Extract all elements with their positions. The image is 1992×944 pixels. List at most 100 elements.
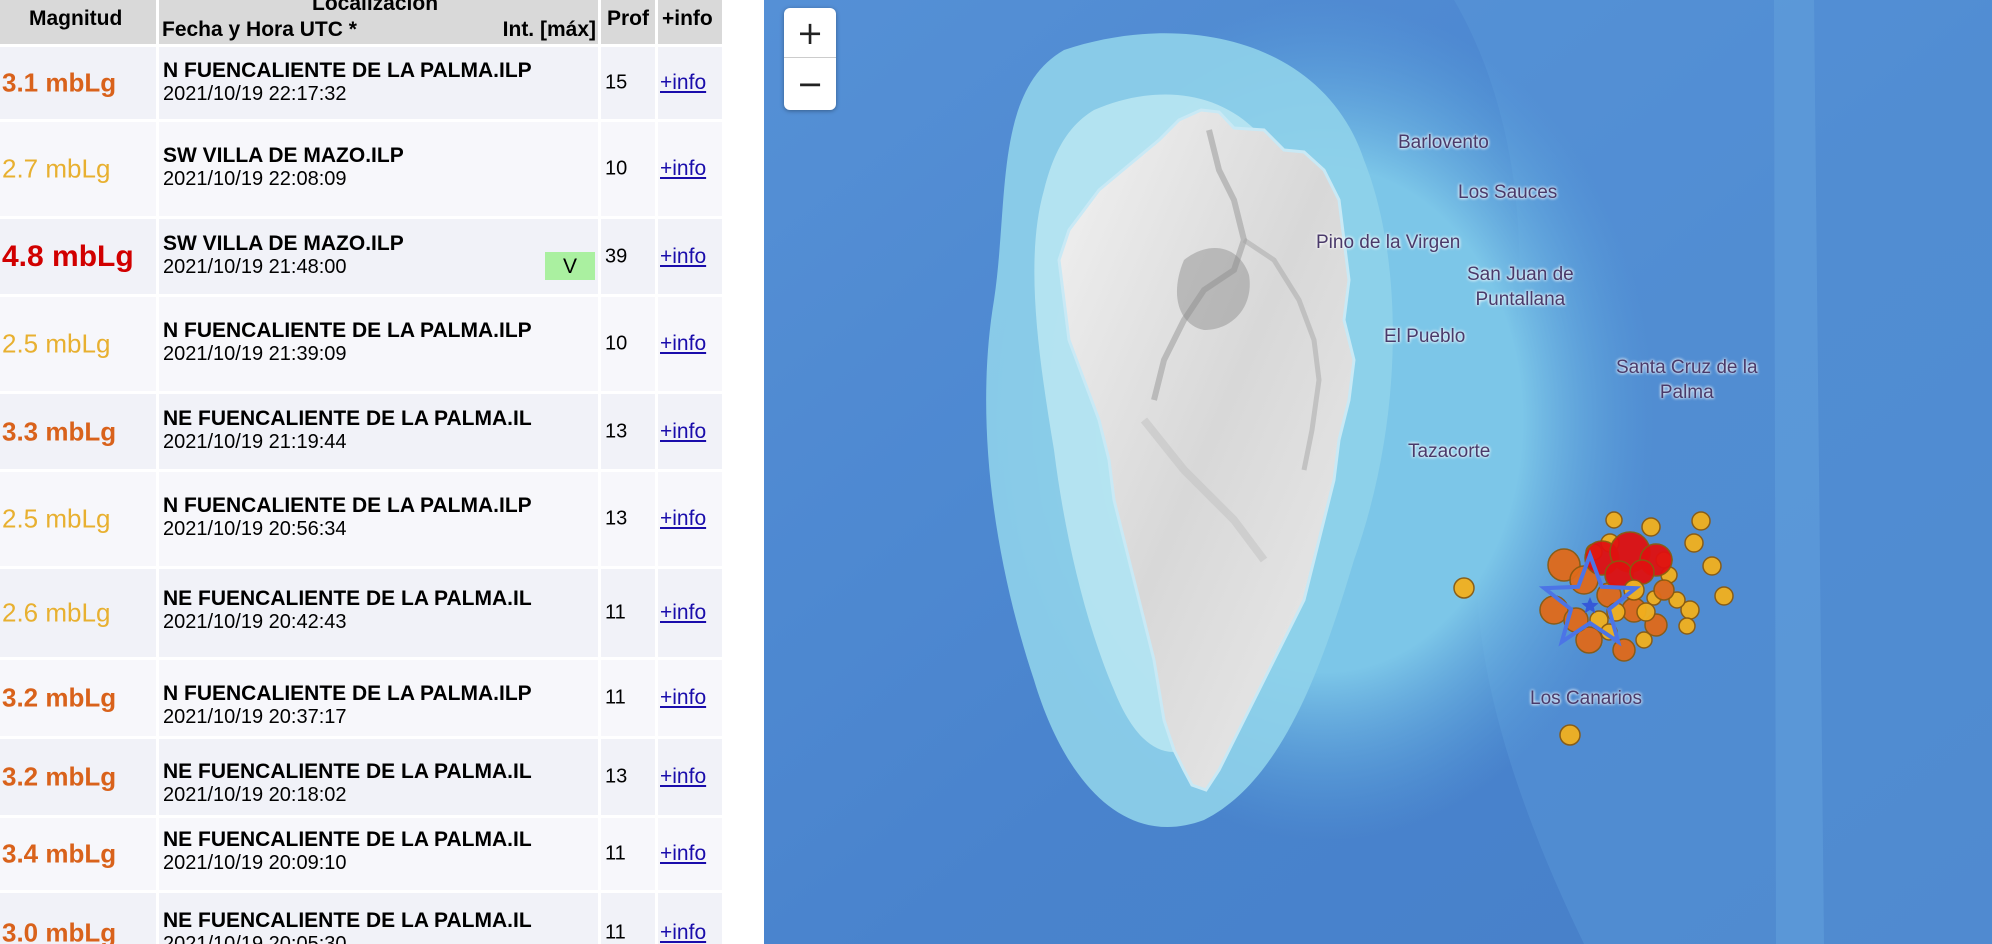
- magnitude-cell: 3.2 mbLg: [0, 660, 156, 736]
- table-row[interactable]: 3.0 mbLg NE FUENCALIENTE DE LA PALMA.IL 20…: [0, 893, 722, 944]
- header-magnitude[interactable]: Magnitud: [0, 0, 156, 44]
- depth-cell: 39: [601, 219, 655, 294]
- place-pino-de-la-virgen: Pino de la Virgen: [1316, 232, 1461, 253]
- magnitude-cell: 3.3 mbLg: [0, 394, 156, 469]
- info-cell: +info: [658, 739, 722, 815]
- magnitude-cell: 3.4 mbLg: [0, 818, 156, 890]
- magnitude-value: 3.1 mbLg: [2, 67, 117, 98]
- magnitude-value: 2.7 mbLg: [2, 153, 111, 184]
- place-los-canarios: Los Canarios: [1530, 688, 1642, 709]
- location-name: N FUENCALIENTE DE LA PALMA.ILP: [163, 682, 532, 705]
- depth-value: 10: [605, 332, 628, 355]
- location-name: NE FUENCALIENTE DE LA PALMA.IL: [163, 407, 532, 430]
- info-link[interactable]: +info: [660, 686, 706, 710]
- depth-cell: 11: [601, 818, 655, 890]
- event-datetime: 2021/10/19 21:39:09: [163, 343, 347, 365]
- location-cell: SW VILLA DE MAZO.ILP 2021/10/19 21:48:00 V: [159, 219, 598, 294]
- magnitude-value: 3.4 mbLg: [2, 838, 117, 869]
- info-link[interactable]: +info: [660, 420, 706, 444]
- table-row[interactable]: 2.5 mbLg N FUENCALIENTE DE LA PALMA.ILP 20…: [0, 297, 722, 391]
- depth-value: 11: [605, 842, 626, 865]
- header-datetime-label: Fecha y Hora UTC *: [162, 18, 357, 41]
- table-row[interactable]: 3.1 mbLg N FUENCALIENTE DE LA PALMA.ILP 20…: [0, 47, 722, 119]
- magnitude-cell: 3.0 mbLg: [0, 893, 156, 944]
- info-cell: +info: [658, 472, 722, 566]
- intensity-badge: V: [545, 252, 595, 280]
- info-cell: +info: [658, 569, 722, 657]
- info-link[interactable]: +info: [660, 71, 706, 95]
- info-link[interactable]: +info: [660, 921, 706, 944]
- event-datetime: 2021/10/19 20:37:17: [163, 706, 347, 728]
- place-tazacorte: Tazacorte: [1408, 441, 1491, 462]
- place-el-pueblo: El Pueblo: [1384, 326, 1466, 347]
- earthquake-marker[interactable]: [1636, 602, 1656, 622]
- event-datetime: 2021/10/19 20:56:34: [163, 518, 347, 540]
- location-cell: NE FUENCALIENTE DE LA PALMA.IL 2021/10/19…: [159, 569, 598, 657]
- location-cell: N FUENCALIENTE DE LA PALMA.ILP 2021/10/19…: [159, 47, 598, 119]
- zoom-in-button[interactable]: +: [784, 8, 836, 58]
- depth-cell: 11: [601, 660, 655, 736]
- info-link[interactable]: +info: [660, 601, 706, 625]
- zoom-out-button[interactable]: −: [784, 59, 836, 109]
- depth-cell: 13: [601, 394, 655, 469]
- location-name: SW VILLA DE MAZO.ILP: [163, 144, 404, 167]
- magnitude-cell: 2.5 mbLg: [0, 472, 156, 566]
- seismic-map[interactable]: + − Barlovento Los Sauces Pino de la Vir…: [764, 0, 1992, 944]
- info-link[interactable]: +info: [660, 332, 706, 356]
- depth-value: 10: [605, 157, 628, 180]
- info-link[interactable]: +info: [660, 245, 706, 269]
- location-name: NE FUENCALIENTE DE LA PALMA.IL: [163, 828, 532, 851]
- earthquake-marker[interactable]: [1641, 517, 1661, 537]
- depth-cell: 13: [601, 739, 655, 815]
- earthquake-table: Magnitud Localización Fecha y Hora UTC *…: [0, 0, 764, 944]
- magnitude-value: 4.8 mbLg: [2, 239, 134, 273]
- depth-value: 13: [605, 765, 628, 788]
- event-datetime: 2021/10/19 20:42:43: [163, 611, 347, 633]
- earthquake-marker[interactable]: [1678, 617, 1696, 635]
- location-cell: NE FUENCALIENTE DE LA PALMA.IL 2021/10/19…: [159, 739, 598, 815]
- info-cell: +info: [658, 818, 722, 890]
- magnitude-cell: 3.1 mbLg: [0, 47, 156, 119]
- event-datetime: 2021/10/19 20:18:02: [163, 784, 347, 806]
- header-location[interactable]: Localización Fecha y Hora UTC * Int. [má…: [159, 0, 598, 44]
- info-link[interactable]: +info: [660, 842, 706, 866]
- magnitude-value: 3.0 mbLg: [2, 917, 117, 944]
- magnitude-value: 2.5 mbLg: [2, 328, 111, 359]
- earthquake-marker[interactable]: [1714, 586, 1734, 606]
- earthquake-marker[interactable]: [1684, 533, 1704, 553]
- event-datetime: 2021/10/19 20:05:30: [163, 933, 347, 944]
- info-link[interactable]: +info: [660, 157, 706, 181]
- header-info: +info: [658, 0, 722, 44]
- depth-cell: 13: [601, 472, 655, 566]
- depth-cell: 10: [601, 122, 655, 216]
- table-row[interactable]: 2.7 mbLg SW VILLA DE MAZO.ILP 2021/10/19 2…: [0, 122, 722, 216]
- earthquake-marker[interactable]: [1702, 556, 1722, 576]
- info-cell: +info: [658, 893, 722, 944]
- earthquake-marker[interactable]: [1559, 724, 1581, 746]
- earthquake-marker[interactable]: [1605, 511, 1623, 529]
- info-cell: +info: [658, 394, 722, 469]
- earthquake-marker[interactable]: [1691, 511, 1711, 531]
- location-cell: SW VILLA DE MAZO.ILP 2021/10/19 22:08:09: [159, 122, 598, 216]
- earthquake-marker[interactable]: [1453, 577, 1475, 599]
- place-santa-cruz-de-la-palma: Santa Cruz de la Palma: [1616, 357, 1758, 403]
- depth-value: 11: [605, 921, 626, 944]
- info-link[interactable]: +info: [660, 507, 706, 531]
- zoom-control: + −: [784, 8, 836, 110]
- table-row[interactable]: 4.8 mbLg SW VILLA DE MAZO.ILP 2021/10/19 2…: [0, 219, 722, 294]
- header-depth[interactable]: Prof: [601, 0, 655, 44]
- info-cell: +info: [658, 219, 722, 294]
- info-link[interactable]: +info: [660, 765, 706, 789]
- magnitude-value: 2.6 mbLg: [2, 597, 111, 628]
- place-barlovento: Barlovento: [1398, 132, 1489, 153]
- event-datetime: 2021/10/19 21:48:00: [163, 256, 347, 278]
- header-location-label: Localización: [312, 0, 439, 15]
- table-row[interactable]: 3.2 mbLg N FUENCALIENTE DE LA PALMA.ILP 20…: [0, 660, 722, 736]
- table-row[interactable]: 3.4 mbLg NE FUENCALIENTE DE LA PALMA.IL 20…: [0, 818, 722, 890]
- earthquake-marker[interactable]: [1653, 579, 1675, 601]
- table-row[interactable]: 3.2 mbLg NE FUENCALIENTE DE LA PALMA.IL 20…: [0, 739, 722, 815]
- info-cell: +info: [658, 47, 722, 119]
- table-row[interactable]: 2.6 mbLg NE FUENCALIENTE DE LA PALMA.IL 20…: [0, 569, 722, 657]
- table-row[interactable]: 3.3 mbLg NE FUENCALIENTE DE LA PALMA.IL 20…: [0, 394, 722, 469]
- table-row[interactable]: 2.5 mbLg N FUENCALIENTE DE LA PALMA.ILP 20…: [0, 472, 722, 566]
